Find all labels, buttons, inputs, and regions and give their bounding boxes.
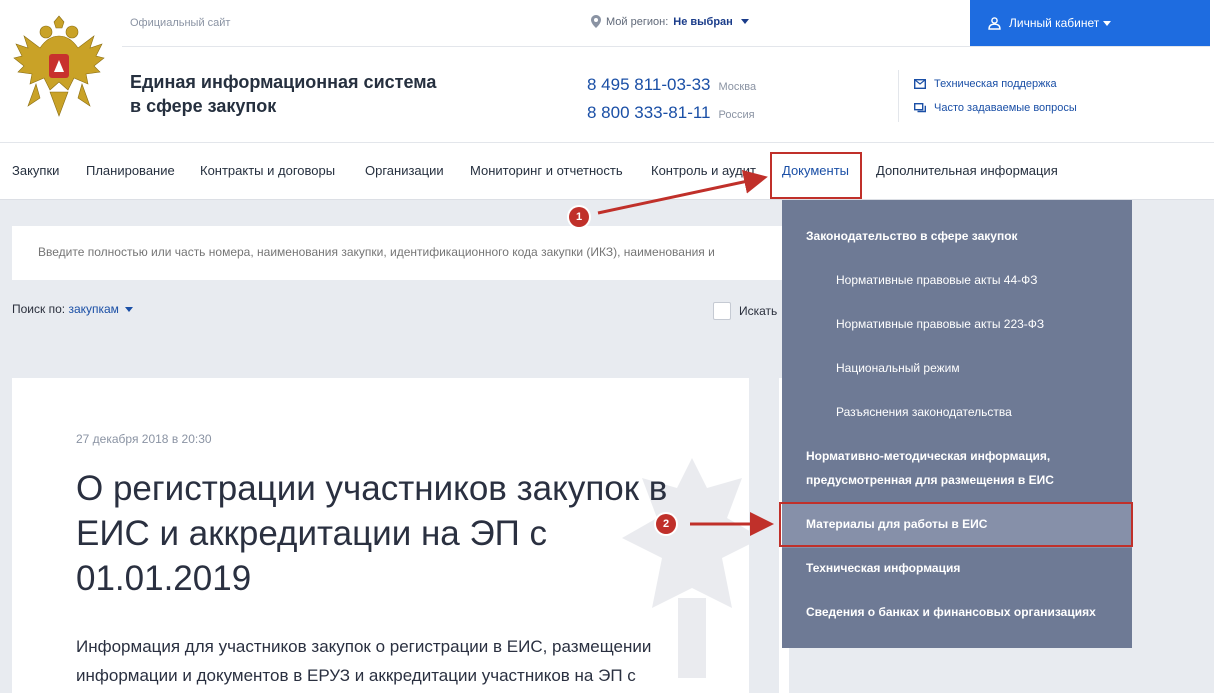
faq-link-label: Часто задаваемые вопросы xyxy=(934,102,1077,114)
nav-item-organizations[interactable]: Организации xyxy=(365,163,444,178)
step-marker-2: 2 xyxy=(656,514,676,534)
chevron-down-icon xyxy=(1103,20,1112,26)
nav-item-planning[interactable]: Планирование xyxy=(86,163,175,178)
mail-icon xyxy=(914,79,926,89)
site-header: Официальный сайт Мой регион: Не выбран Л… xyxy=(0,0,1214,142)
eis-materials-highlight-box xyxy=(779,502,1133,547)
header-vertical-divider xyxy=(898,70,899,122)
documents-highlight-box xyxy=(770,152,862,199)
phone-number: 8 800 333-81-11 xyxy=(587,103,711,122)
chat-icon xyxy=(914,102,926,112)
dd-item-legislation[interactable]: Законодательство в сфере закупок xyxy=(806,224,1018,248)
region-selector[interactable]: Мой регион: Не выбран xyxy=(591,15,749,28)
article-date: 27 декабря 2018 в 20:30 xyxy=(76,432,212,446)
dd-item-methodical-info[interactable]: Нормативно-методическая информация, пред… xyxy=(806,444,1096,492)
dd-item-national-regime[interactable]: Национальный режим xyxy=(836,356,960,380)
cabinet-label: Личный кабинет xyxy=(1009,16,1100,30)
region-value[interactable]: Не выбран xyxy=(673,16,733,28)
phone-note: Россия xyxy=(718,109,755,121)
dd-item-technical-info[interactable]: Техническая информация xyxy=(806,556,960,580)
article-title[interactable]: О регистрации участников закупок в ЕИС и… xyxy=(76,466,696,601)
region-label: Мой регион: xyxy=(606,15,669,28)
header-divider xyxy=(122,46,1210,47)
dd-item-acts-44[interactable]: Нормативные правовые акты 44-ФЗ xyxy=(836,268,1038,292)
phone-note: Москва xyxy=(718,81,757,93)
dd-item-banks-info[interactable]: Сведения о банках и финансовых организац… xyxy=(806,600,1096,624)
documents-dropdown-menu: Законодательство в сфере закупок Нормати… xyxy=(782,200,1132,648)
search-checkbox[interactable] xyxy=(713,302,731,320)
dd-item-acts-223[interactable]: Нормативные правовые акты 223-ФЗ xyxy=(836,312,1044,336)
news-article: 27 декабря 2018 в 20:30 О регистрации уч… xyxy=(12,378,749,693)
chevron-down-icon xyxy=(125,307,134,313)
step-marker-1: 1 xyxy=(569,207,589,227)
official-site-label: Официальный сайт xyxy=(130,17,231,29)
main-nav: Закупки Планирование Контракты и договор… xyxy=(0,142,1214,200)
search-input[interactable] xyxy=(38,245,788,259)
chevron-down-icon xyxy=(740,19,749,24)
nav-item-contracts[interactable]: Контракты и договоры xyxy=(200,163,335,178)
personal-cabinet-button[interactable]: Личный кабинет xyxy=(970,0,1210,46)
support-link[interactable]: Техническая поддержка xyxy=(914,78,1057,90)
search-by-value[interactable]: закупкам xyxy=(68,302,119,316)
faq-link[interactable]: Часто задаваемые вопросы xyxy=(914,102,1077,114)
nav-item-control[interactable]: Контроль и аудит xyxy=(651,163,756,178)
search-by-label: Поиск по: xyxy=(12,302,66,316)
site-title: Единая информационная система в сфере за… xyxy=(130,72,437,116)
search-checkbox-label: Искать xyxy=(739,304,778,318)
phone-russia[interactable]: 8 800 333-81-11 Россия xyxy=(587,103,755,123)
article-text: Информация для участников закупок о реги… xyxy=(76,637,652,685)
search-by-selector[interactable]: Поиск по: закупкам xyxy=(12,302,134,316)
phone-number: 8 495 811-03-33 xyxy=(587,75,711,94)
phone-moscow[interactable]: 8 495 811-03-33 Москва xyxy=(587,75,756,95)
dd-item-clarifications[interactable]: Разъяснения законодательства xyxy=(836,400,1012,424)
location-pin-icon xyxy=(591,15,601,28)
nav-item-purchases[interactable]: Закупки xyxy=(12,163,59,178)
nav-item-additional-info[interactable]: Дополнительная информация xyxy=(876,163,1058,178)
nav-item-monitoring[interactable]: Мониторинг и отчетность xyxy=(470,163,623,178)
support-link-label: Техническая поддержка xyxy=(934,78,1057,90)
coat-of-arms-icon xyxy=(13,15,105,117)
search-bar xyxy=(12,226,802,280)
user-icon xyxy=(988,16,1001,30)
